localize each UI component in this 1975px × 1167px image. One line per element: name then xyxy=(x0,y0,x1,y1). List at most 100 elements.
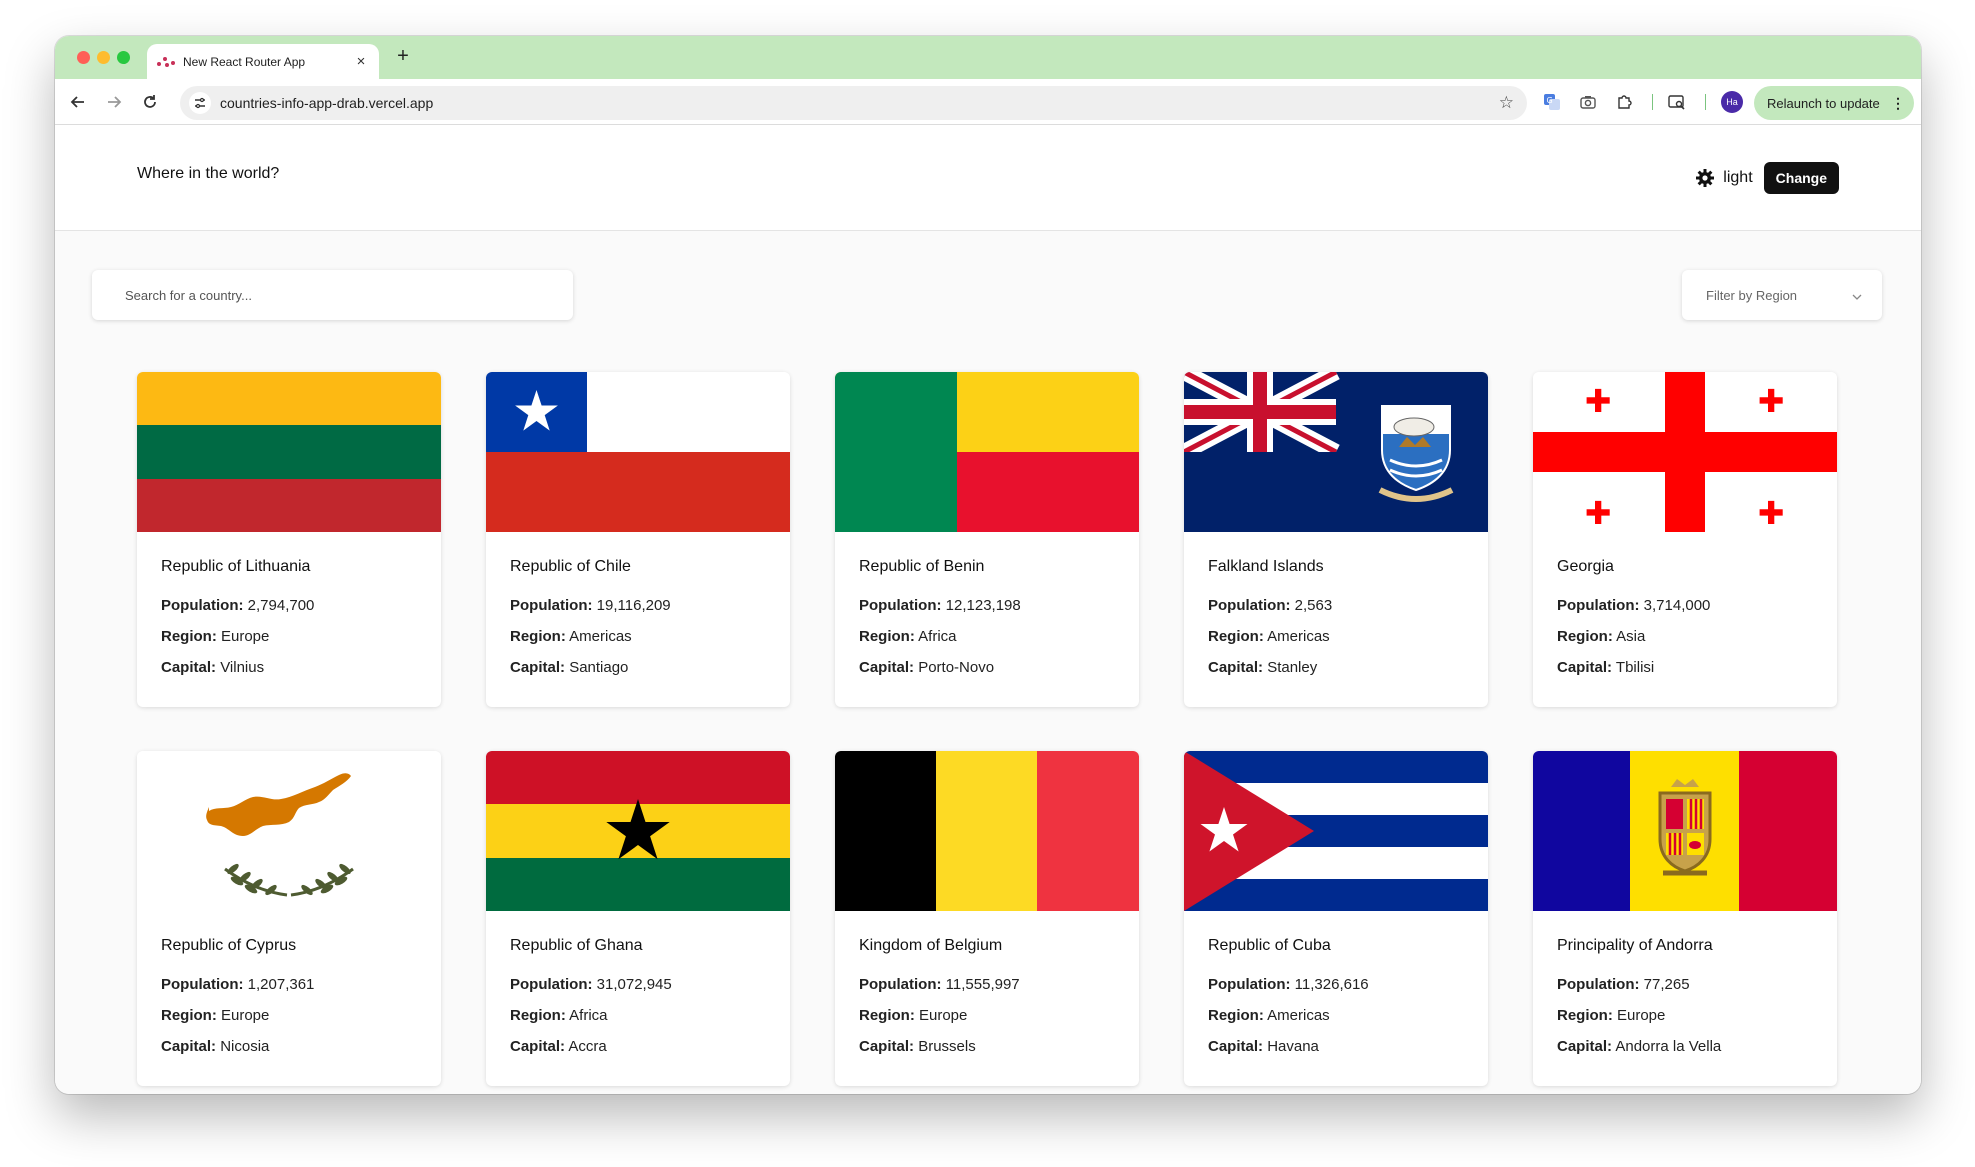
region-stat: Region: Europe xyxy=(1557,1007,1666,1024)
capital-stat: Capital: Brussels xyxy=(859,1038,976,1055)
country-card[interactable]: Republic of Chile Population: 19,116,209… xyxy=(486,372,790,707)
region-stat: Region: Europe xyxy=(161,628,270,645)
country-name: Republic of Chile xyxy=(510,558,631,575)
toolbar-divider xyxy=(1652,94,1653,110)
relaunch-label: Relaunch to update xyxy=(1767,95,1880,111)
cuba-flag xyxy=(1184,751,1488,911)
population-stat: Population: 3,714,000 xyxy=(1557,597,1711,614)
change-theme-button[interactable]: Change xyxy=(1763,162,1839,194)
capital-stat: Capital: Andorra la Vella xyxy=(1557,1038,1722,1055)
country-name: Republic of Benin xyxy=(859,558,985,575)
belgium-flag xyxy=(835,751,1139,911)
svg-text:G: G xyxy=(1547,96,1553,105)
population-stat: Population: 19,116,209 xyxy=(510,597,671,614)
bookmark-star-icon[interactable]: ☆ xyxy=(1499,93,1514,113)
benin-flag xyxy=(835,372,1139,532)
country-card[interactable]: Republic of Cyprus Population: 1,207,361… xyxy=(137,751,441,1086)
country-card[interactable]: Georgia Population: 3,714,000 Region: As… xyxy=(1533,372,1837,707)
capital-stat: Capital: Santiago xyxy=(510,659,629,676)
region-filter-select[interactable]: Filter by Region xyxy=(1682,270,1882,320)
population-stat: Population: 11,326,616 xyxy=(1208,976,1369,993)
site-title: Where in the world? xyxy=(137,165,280,182)
toolbar-divider xyxy=(1705,94,1706,110)
georgia-flag xyxy=(1533,372,1837,532)
browser-toolbar: countries-info-app-drab.vercel.app ☆ G H… xyxy=(55,79,1921,125)
country-card[interactable]: Principality of Andorra Population: 77,2… xyxy=(1533,751,1837,1086)
population-stat: Population: 31,072,945 xyxy=(510,976,672,993)
tab-search-icon[interactable] xyxy=(1666,92,1688,112)
search-input[interactable]: Search for a country... xyxy=(92,270,573,320)
region-stat: Region: Asia xyxy=(1557,628,1646,645)
theme-toggle: light Change xyxy=(1695,162,1839,194)
country-name: Georgia xyxy=(1557,558,1614,575)
url-text: countries-info-app-drab.vercel.app xyxy=(220,95,434,111)
region-stat: Region: Africa xyxy=(859,628,957,645)
address-bar[interactable]: countries-info-app-drab.vercel.app ☆ xyxy=(180,86,1527,120)
ghana-flag xyxy=(486,751,790,911)
country-card[interactable]: Falkland Islands Population: 2,563 Regio… xyxy=(1184,372,1488,707)
capital-stat: Capital: Stanley xyxy=(1208,659,1318,676)
country-card[interactable]: Republic of Cuba Population: 11,326,616 … xyxy=(1184,751,1488,1086)
population-stat: Population: 11,555,997 xyxy=(859,976,1020,993)
browser-tab[interactable]: New React Router App × xyxy=(147,44,379,79)
population-stat: Population: 12,123,198 xyxy=(859,597,1021,614)
chile-flag xyxy=(486,372,790,532)
capital-stat: Capital: Havana xyxy=(1208,1038,1319,1055)
country-name: Falkland Islands xyxy=(1208,558,1324,575)
population-stat: Population: 2,563 xyxy=(1208,597,1333,614)
maximize-window-button[interactable] xyxy=(117,51,130,64)
capital-stat: Capital: Nicosia xyxy=(161,1038,270,1055)
country-grid: Republic of Lithuania Population: 2,794,… xyxy=(137,372,1838,1086)
tab-close-icon[interactable]: × xyxy=(353,53,369,70)
browser-window: New React Router App × + countries-info-… xyxy=(55,36,1921,1094)
new-tab-icon[interactable]: + xyxy=(391,45,415,68)
lithuania-flag xyxy=(137,372,441,532)
site-settings-icon[interactable] xyxy=(189,92,211,114)
region-stat: Region: Europe xyxy=(161,1007,270,1024)
country-name: Republic of Lithuania xyxy=(161,558,311,575)
page-content: Where in the world? light Change Search … xyxy=(55,126,1921,1094)
country-name: Republic of Cuba xyxy=(1208,937,1331,954)
country-card[interactable]: Republic of Ghana Population: 31,072,945… xyxy=(486,751,790,1086)
capital-stat: Capital: Accra xyxy=(510,1038,607,1055)
capital-stat: Capital: Porto-Novo xyxy=(859,659,995,676)
falkland-islands-flag xyxy=(1184,372,1488,532)
country-name: Principality of Andorra xyxy=(1557,937,1713,954)
capital-stat: Capital: Vilnius xyxy=(161,659,265,676)
population-stat: Population: 2,794,700 xyxy=(161,597,315,614)
tab-strip: New React Router App × + xyxy=(55,36,1921,79)
country-name: Republic of Ghana xyxy=(510,937,643,954)
cyprus-flag xyxy=(137,751,441,911)
chevron-down-icon xyxy=(1852,288,1862,303)
country-card[interactable]: Kingdom of Belgium Population: 11,555,99… xyxy=(835,751,1139,1086)
andorra-flag xyxy=(1533,751,1837,911)
reload-icon[interactable] xyxy=(139,91,161,113)
relaunch-button[interactable]: Relaunch to update ⋮ xyxy=(1754,86,1914,120)
forward-arrow-icon[interactable] xyxy=(103,91,125,113)
theme-label: light xyxy=(1723,169,1753,186)
more-options-icon[interactable]: ⋮ xyxy=(1891,95,1905,112)
site-header: Where in the world? light Change xyxy=(55,126,1921,231)
camera-icon[interactable] xyxy=(1577,92,1599,112)
capital-stat: Capital: Tbilisi xyxy=(1557,659,1655,676)
country-name: Republic of Cyprus xyxy=(161,937,297,954)
region-stat: Region: Africa xyxy=(510,1007,608,1024)
region-stat: Region: Europe xyxy=(859,1007,968,1024)
country-name: Kingdom of Belgium xyxy=(859,937,1003,954)
react-router-favicon-icon xyxy=(157,56,175,68)
region-stat: Region: Americas xyxy=(510,628,632,645)
population-stat: Population: 77,265 xyxy=(1557,976,1690,993)
country-card[interactable]: Republic of Benin Population: 12,123,198… xyxy=(835,372,1139,707)
population-stat: Population: 1,207,361 xyxy=(161,976,315,993)
translate-icon[interactable]: G xyxy=(1541,92,1563,112)
profile-avatar[interactable]: Ha xyxy=(1721,91,1743,113)
minimize-window-button[interactable] xyxy=(97,51,110,64)
extensions-puzzle-icon[interactable] xyxy=(1613,92,1635,112)
region-stat: Region: Americas xyxy=(1208,628,1330,645)
tab-title: New React Router App xyxy=(183,54,306,69)
back-arrow-icon[interactable] xyxy=(67,91,89,113)
country-card[interactable]: Republic of Lithuania Population: 2,794,… xyxy=(137,372,441,707)
gear-icon xyxy=(1696,169,1715,187)
filter-label: Filter by Region xyxy=(1706,287,1798,303)
close-window-button[interactable] xyxy=(77,51,90,64)
